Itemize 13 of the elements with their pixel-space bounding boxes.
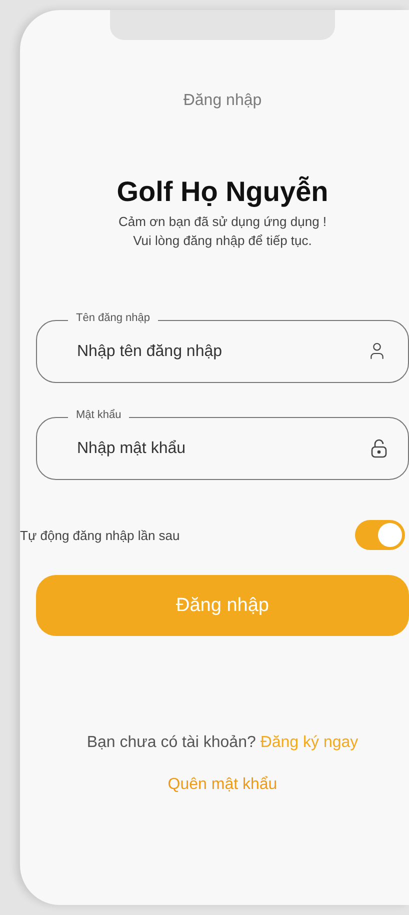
forgot-password-link[interactable]: Quên mật khẩu: [168, 776, 278, 794]
subtitle-line: Cảm ơn bạn đã sử dụng ứng dụng !: [118, 214, 327, 229]
lock-icon: [371, 438, 387, 458]
auto-login-label: Tự động đăng nhập lần sau: [20, 528, 180, 542]
login-button[interactable]: Đăng nhập: [36, 575, 409, 636]
subtitle-line: Vui lòng đăng nhập để tiếp tục.: [133, 233, 312, 248]
app-name: Golf Họ Nguyễn: [116, 176, 330, 208]
signup-link[interactable]: Đăng ký ngay: [260, 734, 358, 751]
signup-prompt: Bạn chưa có tài khoản? Đăng ký ngay: [86, 734, 360, 752]
screen-title: Đăng nhập: [182, 92, 263, 110]
auto-login-toggle[interactable]: [355, 520, 405, 550]
field-label: Mật khẩu: [68, 409, 130, 421]
field-label: Tên đăng nhập: [68, 312, 158, 324]
